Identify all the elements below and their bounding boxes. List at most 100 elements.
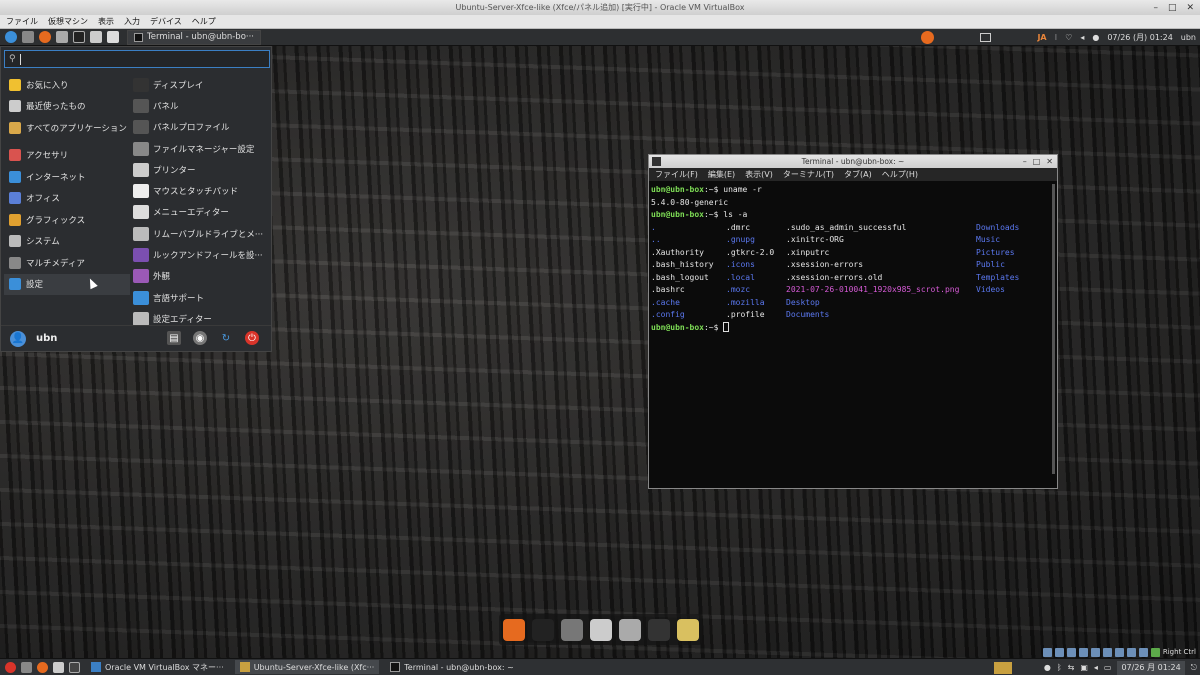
menu-category-item[interactable]: システム (4, 231, 130, 253)
display-tray-icon[interactable]: ▣ (1080, 663, 1088, 672)
terminal-menu-tabs[interactable]: タブ(A) (844, 168, 872, 181)
file-manager-launcher-icon[interactable] (56, 31, 68, 43)
settings-manager-button[interactable]: ▤ (167, 331, 181, 345)
minimize-icon[interactable]: – (1153, 1, 1158, 16)
notification-icon[interactable]: ● (1092, 33, 1099, 42)
whisker-menu-icon[interactable] (5, 31, 17, 43)
editor-launcher-icon[interactable] (90, 31, 102, 43)
host-firefox-icon[interactable] (37, 661, 48, 673)
menu-app-item[interactable]: プリンター (133, 159, 271, 180)
host-menu-view[interactable]: 表示 (98, 15, 114, 28)
host-clock[interactable]: 07/26 月 01:24 (1117, 660, 1185, 675)
close-icon[interactable]: ✕ (1186, 1, 1194, 16)
lock-screen-button[interactable]: ◉ (193, 331, 207, 345)
volume-icon[interactable]: ◂ (1080, 33, 1084, 42)
shared-folder-icon[interactable] (1102, 647, 1112, 657)
hdd-icon[interactable] (1042, 647, 1052, 657)
menu-category-item[interactable]: すべてのアプリケーション (4, 117, 130, 139)
host-task-vm[interactable]: Ubuntu-Server-Xfce-like (Xfc··· (234, 660, 380, 674)
mouse-integration-icon[interactable] (1150, 647, 1160, 657)
host-task-vbox-manager[interactable]: Oracle VM VirtualBox マネー··· (86, 660, 229, 674)
terminal-menu-terminal[interactable]: ターミナル(T) (783, 168, 834, 181)
tools-icon[interactable] (676, 618, 699, 641)
network-icon[interactable]: ♡ (1065, 33, 1072, 42)
menu-app-item[interactable]: ファイルマネージャー設定 (133, 138, 271, 159)
menu-category-item[interactable]: お気に入り (4, 74, 130, 96)
host-menu-input[interactable]: 入力 (124, 15, 140, 28)
terminal-icon[interactable] (531, 618, 554, 641)
menu-search-input[interactable]: ⚲ (4, 50, 270, 68)
menu-category-item[interactable]: マルチメディア (4, 252, 130, 274)
terminal-menu-file[interactable]: ファイル(F) (655, 168, 698, 181)
battery-icon[interactable]: ▭ (1104, 663, 1112, 672)
text-editor-icon[interactable] (589, 618, 612, 641)
terminal-menu-edit[interactable]: 編集(E) (708, 168, 735, 181)
host-menu-machine[interactable]: 仮想マシン (48, 15, 88, 28)
host-task-terminal[interactable]: Terminal - ubn@ubn-box: ~ (385, 660, 519, 674)
media-player-icon[interactable] (647, 618, 670, 641)
terminal-maximize-icon[interactable]: □ (1033, 155, 1041, 168)
menu-category-item[interactable]: オフィス (4, 188, 130, 210)
ime-indicator[interactable]: JA (1037, 33, 1046, 42)
menu-category-item[interactable]: 最近使ったもの (4, 96, 130, 118)
host-menu-devices[interactable]: デバイス (150, 15, 182, 28)
terminal-menu-view[interactable]: 表示(V) (745, 168, 773, 181)
home-folder-icon[interactable] (560, 618, 583, 641)
terminal-close-icon[interactable]: ✕ (1046, 155, 1053, 168)
host-menu-file[interactable]: ファイル (6, 15, 38, 28)
menu-app-item[interactable]: ディスプレイ (133, 74, 271, 95)
panel-clock[interactable]: 07/26 (月) 01:24 (1107, 32, 1172, 43)
show-desktop-icon[interactable] (22, 31, 34, 43)
firefox-launcher-icon[interactable] (39, 31, 51, 43)
menu-app-item[interactable]: パネル (133, 95, 271, 116)
terminal-output[interactable]: ubn@ubn-box:~$ uname -r 5.4.0-80-generic… (649, 181, 1057, 481)
coffee-icon[interactable] (618, 618, 641, 641)
menu-app-item[interactable]: パネルプロファイル (133, 117, 271, 138)
menu-app-item[interactable]: マウスとタッチパッド (133, 180, 271, 201)
network-adapter-icon[interactable] (1078, 647, 1088, 657)
firefox-tray-icon[interactable] (921, 31, 935, 44)
audio-icon[interactable] (1066, 647, 1076, 657)
host-menu-help[interactable]: ヘルプ (192, 15, 216, 28)
host-editor-icon[interactable] (53, 661, 64, 673)
cpu-icon[interactable] (1138, 647, 1148, 657)
taskbar-terminal-button[interactable]: Terminal - ubn@ubn-bo··· (127, 29, 262, 45)
optical-drive-icon[interactable] (1054, 647, 1064, 657)
recording-icon[interactable] (1126, 647, 1136, 657)
network-icon[interactable]: ⇆ (1068, 663, 1075, 672)
host-exit-icon[interactable]: ⎋ (1191, 663, 1197, 673)
host-menu-icon[interactable] (5, 661, 16, 673)
firefox-icon[interactable] (502, 618, 525, 641)
terminal-scrollbar[interactable] (1052, 184, 1055, 474)
terminal-launcher-icon[interactable] (73, 31, 85, 43)
menu-app-item[interactable]: 外観 (133, 266, 271, 287)
vm-tray-icon[interactable] (993, 661, 1012, 674)
host-desktop-icon[interactable] (21, 661, 32, 673)
switch-user-button[interactable]: ↻ (219, 331, 233, 345)
terminal-minimize-icon[interactable]: – (1023, 155, 1027, 168)
window-icon[interactable] (980, 33, 992, 42)
bluetooth-icon[interactable]: ᛒ (1057, 663, 1062, 672)
user-avatar: 👤 (10, 330, 26, 347)
menu-app-item[interactable]: リムーバブルドライブとメ··· (133, 223, 271, 244)
notification-icon[interactable]: ● (1044, 663, 1051, 672)
keyboard-icon[interactable]: ⁝ (1055, 33, 1058, 42)
notes-launcher-icon[interactable] (107, 31, 119, 43)
usb-icon[interactable] (1090, 647, 1100, 657)
logout-button[interactable]: ⏻ (245, 331, 259, 345)
menu-category-item[interactable]: インターネット (4, 166, 130, 188)
maximize-icon[interactable]: □ (1168, 1, 1177, 16)
terminal-menu-help[interactable]: ヘルプ(H) (882, 168, 918, 181)
menu-category-item[interactable]: 設定 (4, 273, 130, 295)
menu-category-item[interactable]: アクセサリ (4, 145, 130, 167)
menu-app-item[interactable]: メニューエディター (133, 202, 271, 223)
menu-app-item[interactable]: 設定エディター (133, 308, 271, 326)
volume-icon[interactable]: ◂ (1094, 663, 1098, 672)
terminal-title-bar[interactable]: Terminal - ubn@ubn-box: ~ – □ ✕ (649, 155, 1057, 168)
host-terminal-icon[interactable] (69, 661, 80, 673)
menu-app-item[interactable]: ルックアンドフィールを設··· (133, 244, 271, 265)
panel-user[interactable]: ubn (1181, 33, 1196, 42)
display-icon[interactable] (1114, 647, 1124, 657)
menu-app-item[interactable]: 言語サポート (133, 287, 271, 308)
menu-category-item[interactable]: グラフィックス (4, 209, 130, 231)
